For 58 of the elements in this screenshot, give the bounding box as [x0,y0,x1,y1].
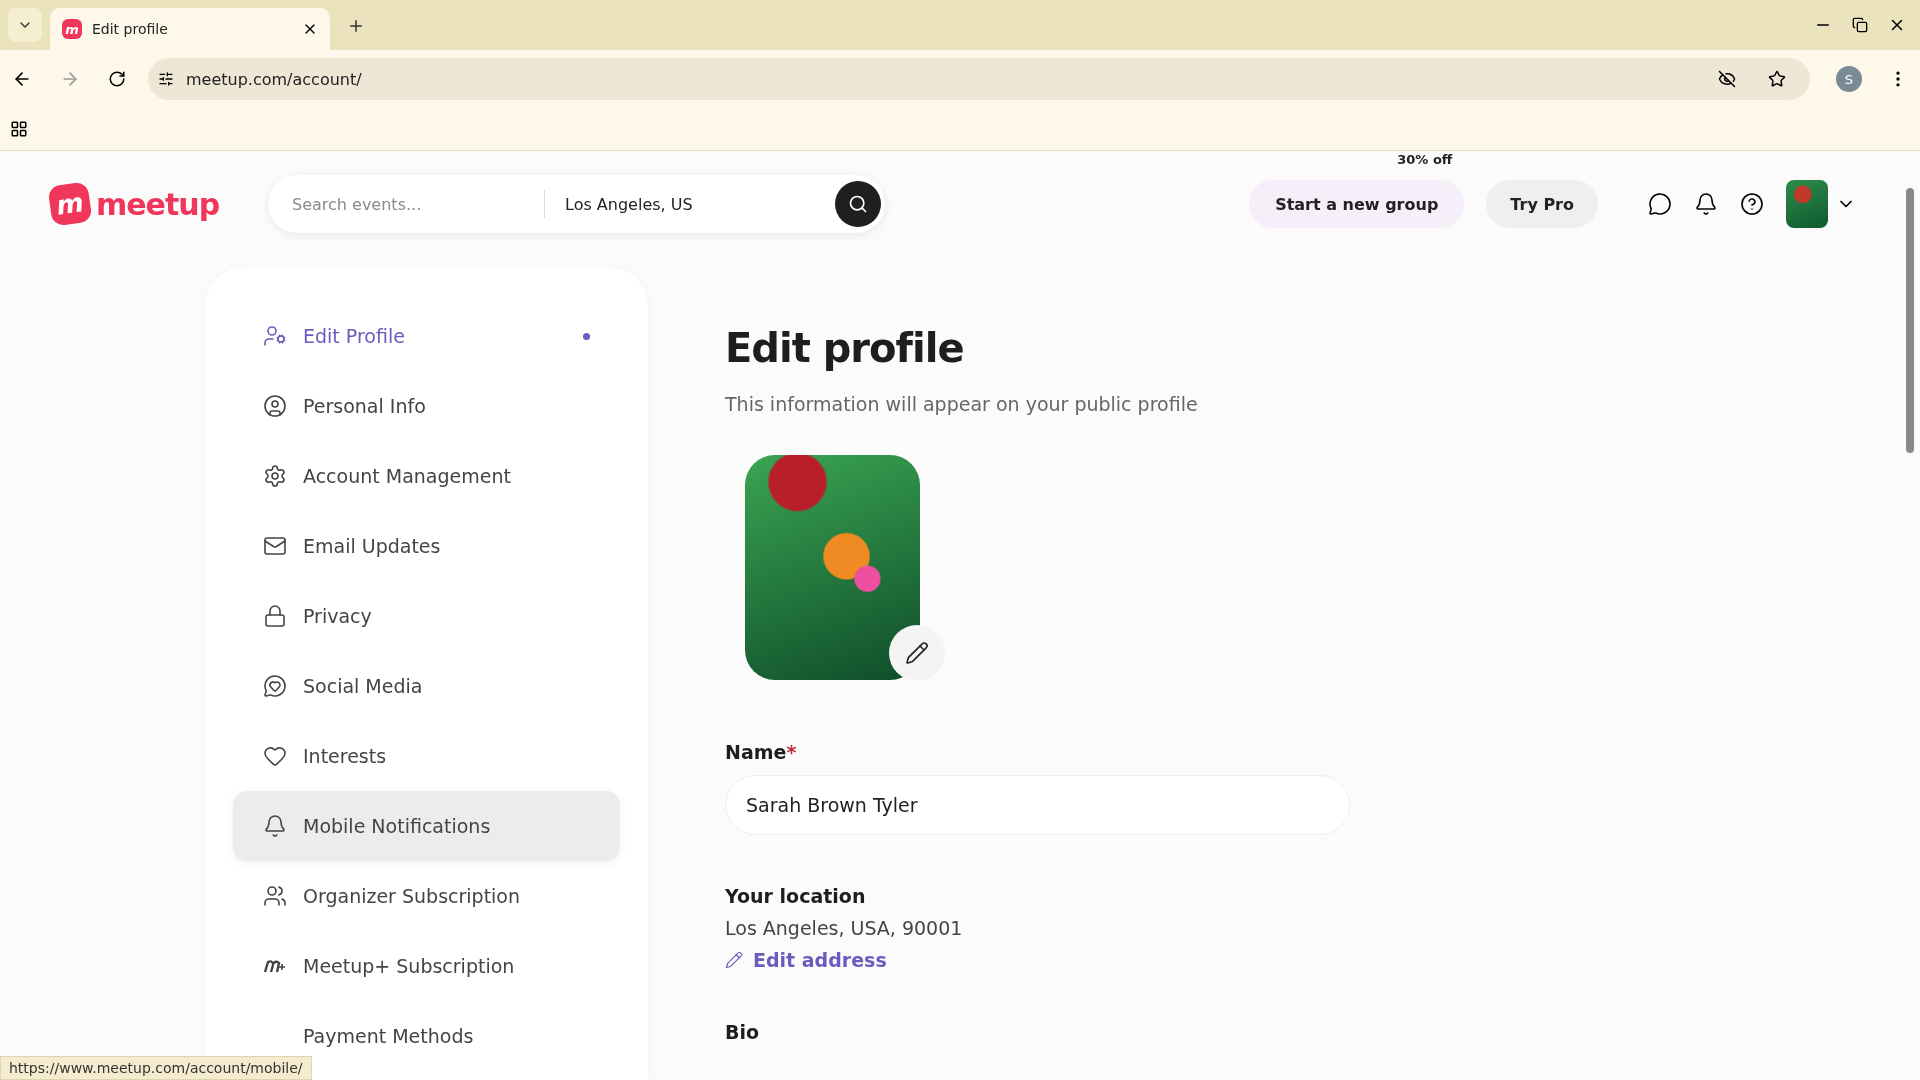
pencil-icon [725,951,743,969]
required-mark: * [786,741,797,763]
bell-icon [263,814,287,838]
messages-icon[interactable] [1648,192,1672,216]
bookmark-star-icon[interactable] [1768,70,1786,88]
active-dot [583,332,590,340]
name-label: Name [725,741,787,763]
page-subtitle: This information will appear on your public profile [725,393,1199,415]
search-field[interactable]: Search events... [290,193,544,215]
profile-avatar[interactable]: S [1836,66,1862,92]
sidebar-item[interactable]: Account Management [233,441,620,511]
start-group-button[interactable]: Start a new group [1249,180,1465,228]
user-circle-icon [263,394,287,418]
help-icon[interactable] [1740,192,1764,216]
try-pro-button[interactable]: Try Pro [1486,180,1598,228]
sidebar-item[interactable]: Meetup+ Subscription [233,931,620,1001]
lock-icon [263,604,287,628]
plus-icon [347,17,365,35]
location-field[interactable]: Los Angeles, US [565,194,835,214]
m-plus-icon [263,958,287,974]
meetup-logo[interactable]: m meetup [50,184,268,224]
location-value: Los Angeles, USA, 90001 [725,917,964,939]
url-text: meetup.com/account/ [186,69,363,89]
restore-icon[interactable] [1852,17,1868,33]
page-title: Edit profile [725,325,965,371]
sidebar-item[interactable]: Personal Info [233,371,620,441]
status-url: https://www.meetup.com/account/mobile/ [0,1056,312,1080]
apps-icon[interactable] [10,120,28,138]
pencil-icon [905,641,929,665]
sidebar-item[interactable]: Organizer Subscription [233,861,620,931]
site-settings-icon[interactable] [158,71,174,87]
notifications-icon[interactable] [1694,192,1718,216]
settings-icon [263,464,287,488]
mail-icon [263,534,287,558]
location-label: Your location [725,885,867,907]
sidebar-item[interactable]: Interests [233,721,620,791]
search-icon [848,194,868,214]
users-icon [263,884,287,908]
sidebar-item[interactable]: Social Media [233,651,620,721]
edit-address-link[interactable]: Edit address [725,949,887,971]
eye-off-icon[interactable] [1718,70,1736,88]
sidebar-item[interactable]: Email Updates [233,511,620,581]
user-gear-icon [263,324,287,348]
tab-title: Edit profile [92,21,169,37]
bio-label: Bio [725,1021,761,1043]
sidebar-item[interactable]: Mobile Notifications [233,791,620,861]
chat-heart-icon [263,674,287,698]
sidebar-item[interactable]: Privacy [233,581,620,651]
browser-tab[interactable]: m Edit profile [50,8,330,50]
discount-label: 30% off [1397,152,1453,167]
name-field[interactable]: Sarah Brown Tyler [725,775,1350,835]
reload-icon[interactable] [108,70,126,88]
sidebar-item[interactable]: Edit Profile [233,301,620,371]
favicon: m [62,19,82,39]
search-button[interactable] [835,181,881,227]
user-avatar[interactable] [1786,180,1828,228]
address-bar[interactable]: meetup.com/account/ [148,58,1810,100]
heart-icon [263,744,287,768]
